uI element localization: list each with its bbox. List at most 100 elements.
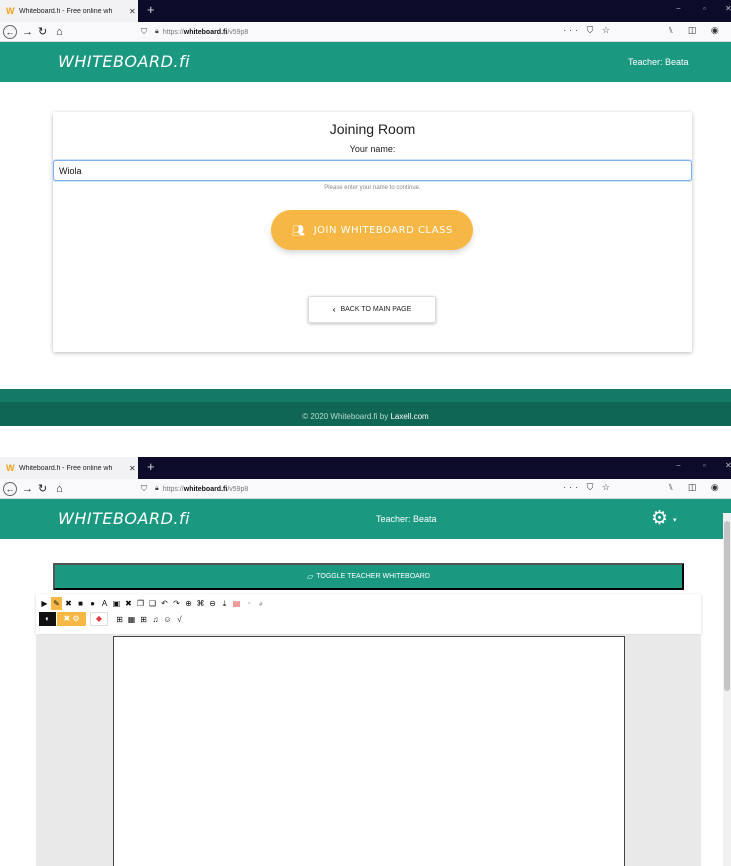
lock-icon[interactable]: 🔒︎ — [155, 28, 159, 36]
show-tool-icon[interactable]: ◕ — [255, 597, 266, 610]
browser-nav-bar: ← → ↻ ⌂ ⛉ 🔒︎ https:// whiteboard.fi /v59… — [0, 22, 731, 42]
chevron-left-icon: ‹ — [332, 305, 336, 314]
teacher-label: Teacher: Beata — [628, 57, 689, 67]
grid-tool-icon[interactable]: ▦ — [126, 613, 137, 626]
window-minimize-button[interactable]: − — [676, 461, 681, 470]
window-restore-button[interactable]: ▫ — [703, 4, 706, 13]
whiteboard-toggle-icon: ▱ — [307, 572, 314, 581]
footer-top-band — [0, 389, 731, 402]
eraser-button[interactable]: ◆ — [90, 612, 108, 626]
footer-text: © 2020 Whiteboard.fi by Laxell.com — [0, 412, 731, 421]
toggle-teacher-whiteboard-button[interactable]: ▱ TOGGLE TEACHER WHITEBOARD — [53, 563, 684, 590]
browser-tab[interactable]: W Whiteboard.fi - Free online wh ✕ — [0, 457, 138, 479]
app-header: WHITEBOARD.fi Teacher: Beata — [0, 42, 731, 82]
settings-gear-icon[interactable]: ⚙ — [651, 509, 668, 529]
browser-tab-bar: W Whiteboard.fi - Free online wh ✕ + − ▫… — [0, 457, 731, 479]
copy-tool-icon[interactable]: ❐ — [135, 597, 146, 610]
chevron-down-icon[interactable]: ▾ — [673, 516, 677, 524]
emoji-tool-icon[interactable]: ☺ — [162, 613, 173, 626]
drawing-toolbar: ▶ ✎ ✖ ■ ● A ▣ ✖ ❐ ❏ ↶ ↷ ⊕ ⌘ ⊖ ⤓ ▤ ◔ ◕ ◐ ✖ ⚙ ◆ ⊞ ▦ ⊞ ♫ ☺ √ — [36, 594, 701, 634]
toolbar-row-primary: ▶ ✎ ✖ ■ ● A ▣ ✖ ❐ ❏ ↶ ↷ ⊕ ⌘ ⊖ ⤓ ▤ ◔ ◕ — [39, 597, 267, 610]
back-button-label: BACK TO MAIN PAGE — [340, 306, 412, 313]
url-bar[interactable]: ⛉ 🔒︎ https:// whiteboard.fi /v59p8 ··· ⛉… — [133, 24, 623, 40]
app-header: WHITEBOARD.fi Teacher: Beata ⚙ ▾ — [0, 499, 731, 539]
page-title: Joining Room — [329, 121, 416, 137]
tracking-shield-icon[interactable]: ⛉ — [141, 484, 147, 494]
zoom-in-tool-icon[interactable]: ⊕ — [183, 597, 194, 610]
whiteboard-logo[interactable]: WHITEBOARD.fi — [58, 509, 190, 528]
page-scrollbar[interactable] — [723, 513, 731, 866]
new-tab-button[interactable]: + — [147, 3, 155, 17]
whiteboard-screenshot: W Whiteboard.fi - Free online wh ✕ + − ▫… — [0, 457, 731, 866]
zoom-out-tool-icon[interactable]: ⊖ — [207, 597, 218, 610]
browser-tab[interactable]: W Whiteboard.fi - Free online wh ✕ — [0, 0, 138, 22]
join-whiteboard-class-button[interactable]: 👥︎ JOIN WHITEBOARD CLASS — [271, 210, 473, 250]
forward-arrow-icon[interactable]: → — [22, 25, 33, 39]
back-to-main-page-button[interactable]: ‹ BACK TO MAIN PAGE — [308, 296, 436, 323]
scrollbar-thumb[interactable] — [724, 521, 730, 691]
url-scheme: https:// — [162, 28, 184, 36]
name-input[interactable] — [53, 160, 692, 181]
toolbar-row-secondary: ◐ ✖ ⚙ ◆ ⊞ ▦ ⊞ ♫ ☺ √ — [39, 612, 186, 626]
canvas-background — [36, 635, 701, 866]
new-tab-button[interactable]: + — [147, 460, 155, 474]
home-icon[interactable]: ⌂ — [56, 482, 63, 496]
url-bar[interactable]: ⛉ 🔒︎ https:// whiteboard.fi /v59p8 ··· ⛉… — [133, 481, 623, 497]
joining-room-card: Joining Room Your name: Please enter you… — [53, 112, 692, 352]
color-picker-button[interactable]: ◐ — [39, 612, 56, 626]
browser-nav-bar: ← → ↻ ⌂ ⛉ 🔒︎ https:// whiteboard.fi /v59… — [0, 479, 731, 499]
pen-tool-icon[interactable]: ✎ — [51, 597, 62, 610]
window-minimize-button[interactable]: − — [676, 4, 681, 13]
whiteboard-favicon-icon: W — [6, 463, 15, 473]
paste-tool-icon[interactable]: ❏ — [147, 597, 158, 610]
fit-tool-icon[interactable]: ⌘ — [195, 597, 206, 610]
footer-link[interactable]: Laxell.com — [390, 412, 428, 421]
table-tool-icon[interactable]: ⊞ — [138, 613, 149, 626]
url-host: whiteboard.fi — [183, 28, 228, 36]
url-path: /v59p8 — [227, 28, 249, 36]
window-close-button[interactable]: ✕ — [725, 461, 731, 470]
name-hint: Please enter your name to continue. — [324, 185, 421, 191]
footer-copyright: © 2020 Whiteboard.fi by — [302, 412, 391, 421]
home-icon[interactable]: ⌂ — [56, 25, 63, 39]
rectangle-tool-icon[interactable]: ■ — [75, 597, 86, 610]
math-tool-icon[interactable]: √ — [174, 613, 185, 626]
tab-close-icon[interactable]: ✕ — [129, 464, 136, 473]
circle-tool-icon[interactable]: ● — [87, 597, 98, 610]
tracking-shield-icon[interactable]: ⛉ — [141, 27, 147, 37]
browser-tab-bar: W Whiteboard.fi - Free online wh ✕ + − ▫… — [0, 0, 731, 22]
line-tool-icon[interactable]: ✖ — [63, 597, 74, 610]
whiteboard-logo[interactable]: WHITEBOARD.fi — [58, 52, 190, 71]
undo-tool-icon[interactable]: ↶ — [159, 597, 170, 610]
browser-toolbar-icons[interactable]: ⑊ ◫ ◉ ⋮ — [668, 25, 731, 36]
image-tool-icon[interactable]: ⊞ — [114, 613, 125, 626]
tab-close-icon[interactable]: ✕ — [129, 7, 136, 16]
reload-icon[interactable]: ↻ — [38, 482, 47, 496]
window-restore-button[interactable]: ▫ — [703, 461, 706, 470]
music-tool-icon[interactable]: ♫ — [150, 613, 161, 626]
tab-title: Whiteboard.fi - Free online wh — [19, 7, 113, 15]
delete-tool-icon[interactable]: ✖ — [123, 597, 134, 610]
page-actions-icons[interactable]: ··· ⛉ ☆ — [563, 482, 613, 493]
back-arrow-icon[interactable]: ← — [3, 482, 17, 496]
lock-icon[interactable]: 🔒︎ — [155, 485, 159, 493]
teacher-label: Teacher: Beata — [376, 514, 437, 524]
page-actions-icons[interactable]: ··· ⛉ ☆ — [563, 25, 613, 36]
browser-toolbar-icons[interactable]: ⑊ ◫ ◉ ⋮ — [668, 482, 731, 493]
textbox-tool-icon[interactable]: ▣ — [111, 597, 122, 610]
whiteboard-favicon-icon: W — [6, 6, 15, 16]
back-arrow-icon[interactable]: ← — [3, 25, 17, 39]
stroke-settings-button[interactable]: ✖ ⚙ — [57, 612, 86, 626]
forward-arrow-icon[interactable]: → — [22, 482, 33, 496]
reload-icon[interactable]: ↻ — [38, 25, 47, 39]
join-button-label: JOIN WHITEBOARD CLASS — [313, 224, 453, 236]
hide-tool-icon[interactable]: ◔ — [243, 597, 254, 610]
redo-tool-icon[interactable]: ↷ — [171, 597, 182, 610]
clear-tool-icon[interactable]: ▤ — [231, 597, 242, 610]
pointer-tool-icon[interactable]: ▶ — [39, 597, 50, 610]
join-room-screenshot: W Whiteboard.fi - Free online wh ✕ + − ▫… — [0, 0, 731, 426]
download-tool-icon[interactable]: ⤓ — [219, 597, 230, 610]
whiteboard-canvas[interactable] — [113, 636, 625, 866]
text-tool-icon[interactable]: A — [99, 597, 110, 610]
window-close-button[interactable]: ✕ — [725, 4, 731, 13]
